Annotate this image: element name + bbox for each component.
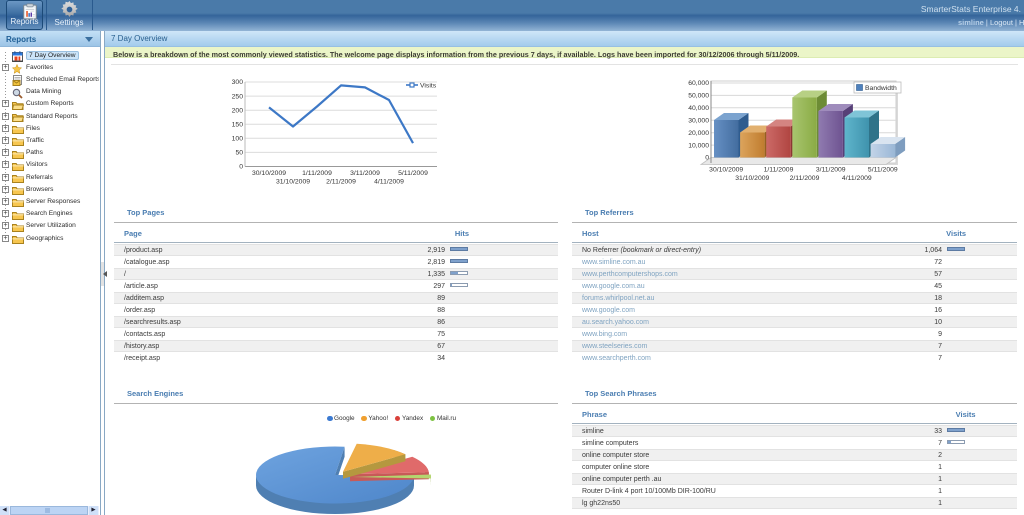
svg-text:Visits: Visits xyxy=(420,83,437,90)
svg-text:20,000: 20,000 xyxy=(688,130,709,137)
svg-text:4/11/2009: 4/11/2009 xyxy=(842,175,872,182)
svg-text:40,000: 40,000 xyxy=(688,105,709,112)
svg-text:10,000: 10,000 xyxy=(688,142,709,149)
svg-text:4/11/2009: 4/11/2009 xyxy=(374,179,404,186)
svg-text:0: 0 xyxy=(239,164,243,171)
svg-text:31/10/2009: 31/10/2009 xyxy=(735,175,769,182)
svg-text:Bandwidth: Bandwidth xyxy=(865,85,897,92)
svg-text:30/10/2009: 30/10/2009 xyxy=(709,167,743,174)
svg-text:3/11/2009: 3/11/2009 xyxy=(816,167,846,174)
svg-text:300: 300 xyxy=(232,79,244,86)
svg-text:3/11/2009: 3/11/2009 xyxy=(350,170,380,177)
svg-text:150: 150 xyxy=(232,122,244,129)
svg-text:250: 250 xyxy=(232,93,244,100)
svg-text:30,000: 30,000 xyxy=(688,118,709,125)
svg-text:1/11/2009: 1/11/2009 xyxy=(302,170,332,177)
svg-text:30/10/2009: 30/10/2009 xyxy=(252,170,286,177)
svg-text:5/11/2009: 5/11/2009 xyxy=(868,167,898,174)
svg-text:60,000: 60,000 xyxy=(688,80,709,87)
svg-text:50: 50 xyxy=(235,150,243,157)
svg-text:5/11/2009: 5/11/2009 xyxy=(398,170,428,177)
svg-text:200: 200 xyxy=(232,107,244,114)
svg-text:2/11/2009: 2/11/2009 xyxy=(326,179,356,186)
svg-text:31/10/2009: 31/10/2009 xyxy=(276,179,310,186)
svg-text:100: 100 xyxy=(232,136,244,143)
svg-text:50,000: 50,000 xyxy=(688,93,709,100)
svg-text:1/11/2009: 1/11/2009 xyxy=(764,167,794,174)
svg-text:2/11/2009: 2/11/2009 xyxy=(790,175,820,182)
